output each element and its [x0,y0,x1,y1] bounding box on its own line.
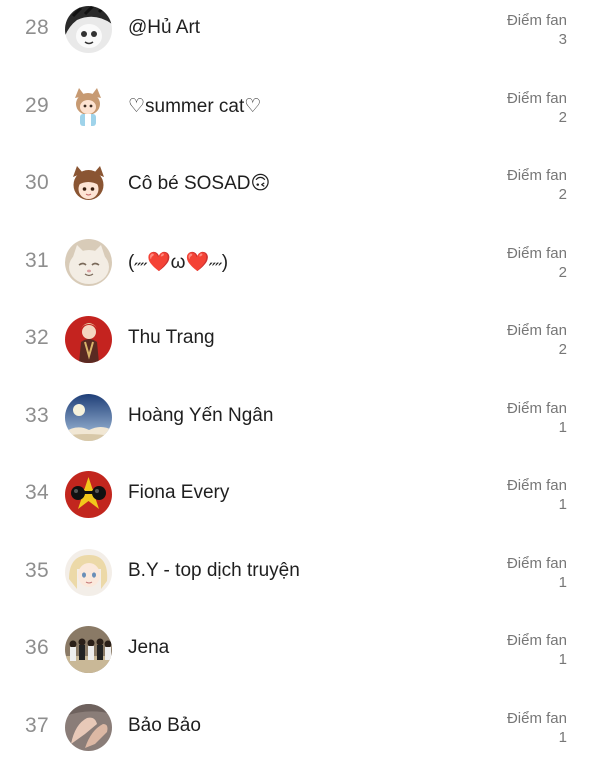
avatar[interactable] [65,394,112,441]
rank-number: 34 [0,481,74,505]
fan-ranking-list: 28 @Hủ Art Điểm fan 3 29 [0,0,600,767]
rank-number: 28 [0,16,74,40]
score-value: 1 [507,418,567,437]
user-name[interactable]: Jena [128,637,169,659]
rank-number: 29 [0,94,74,118]
fan-score: Điểm fan 2 [507,321,567,359]
score-value: 2 [507,263,567,282]
score-label: Điểm fan [507,400,567,417]
rank-number: 30 [0,171,74,195]
list-item[interactable]: 36 Jena Điểm fan 1 [0,612,600,690]
score-value: 1 [507,728,567,747]
fan-score: Điểm fan 3 [507,11,567,49]
rank-number: 31 [0,249,74,273]
list-item[interactable]: 31 (˶˶❤️ω❤️˶˶) Điểm fan 2 [0,225,600,303]
score-label: Điểm fan [507,477,567,494]
fan-score: Điểm fan 1 [507,631,567,669]
avatar[interactable] [65,161,112,208]
score-label: Điểm fan [507,245,567,262]
list-item[interactable]: 33 Hoàng Yến Ngân Điểm fan 1 [0,380,600,458]
list-item[interactable]: 34 Fiona Every Điểm fan 1 [0,457,600,535]
fan-score: Điểm fan 2 [507,166,567,204]
score-label: Điểm fan [507,167,567,184]
avatar[interactable] [65,6,112,53]
score-value: 1 [507,573,567,592]
user-name[interactable]: Thu Trang [128,327,215,349]
avatar[interactable] [65,704,112,751]
score-value: 1 [507,495,567,514]
rank-number: 37 [0,714,74,738]
user-name[interactable]: Cô bé SOSAD🙃 [128,172,270,195]
user-name[interactable]: @Hủ Art [128,17,200,39]
avatar[interactable] [65,471,112,518]
score-label: Điểm fan [507,90,567,107]
fan-score: Điểm fan 2 [507,89,567,127]
fan-score: Điểm fan 1 [507,554,567,592]
avatar[interactable] [65,84,112,131]
score-label: Điểm fan [507,322,567,339]
avatar[interactable] [65,316,112,363]
fan-score: Điểm fan 1 [507,709,567,747]
score-label: Điểm fan [507,632,567,649]
list-item[interactable]: 32 Thu Trang Điểm fan 2 [0,302,600,380]
avatar[interactable] [65,626,112,673]
list-item[interactable]: 28 @Hủ Art Điểm fan 3 [0,0,600,70]
rank-number: 35 [0,559,74,583]
score-value: 1 [507,650,567,669]
user-name[interactable]: ♡summer cat♡ [128,95,261,118]
list-item[interactable]: 35 B.Y - top dịch truyện Điểm fan 1 [0,535,600,613]
score-value: 2 [507,108,567,127]
score-label: Điểm fan [507,710,567,727]
score-value: 2 [507,340,567,359]
fan-score: Điểm fan 1 [507,399,567,437]
fan-score: Điểm fan 1 [507,476,567,514]
score-label: Điểm fan [507,12,567,29]
score-label: Điểm fan [507,555,567,572]
user-name[interactable]: (˶˶❤️ω❤️˶˶) [128,250,228,274]
fan-score: Điểm fan 2 [507,244,567,282]
score-value: 3 [507,30,567,49]
list-item[interactable]: 37 Bảo Bảo Điểm fan 1 [0,690,600,767]
rank-number: 36 [0,636,74,660]
user-name[interactable]: Fiona Every [128,482,229,504]
avatar[interactable] [65,549,112,596]
user-name[interactable]: Bảo Bảo [128,715,201,737]
rank-number: 32 [0,326,74,350]
rank-number: 33 [0,404,74,428]
score-value: 2 [507,185,567,204]
list-item[interactable]: 29 ♡summer cat♡ Điểm fan 2 [0,70,600,148]
avatar[interactable] [65,239,112,286]
list-item[interactable]: 30 Cô bé SOSAD🙃 Điểm fan 2 [0,147,600,225]
user-name[interactable]: Hoàng Yến Ngân [128,405,273,427]
user-name[interactable]: B.Y - top dịch truyện [128,560,300,582]
